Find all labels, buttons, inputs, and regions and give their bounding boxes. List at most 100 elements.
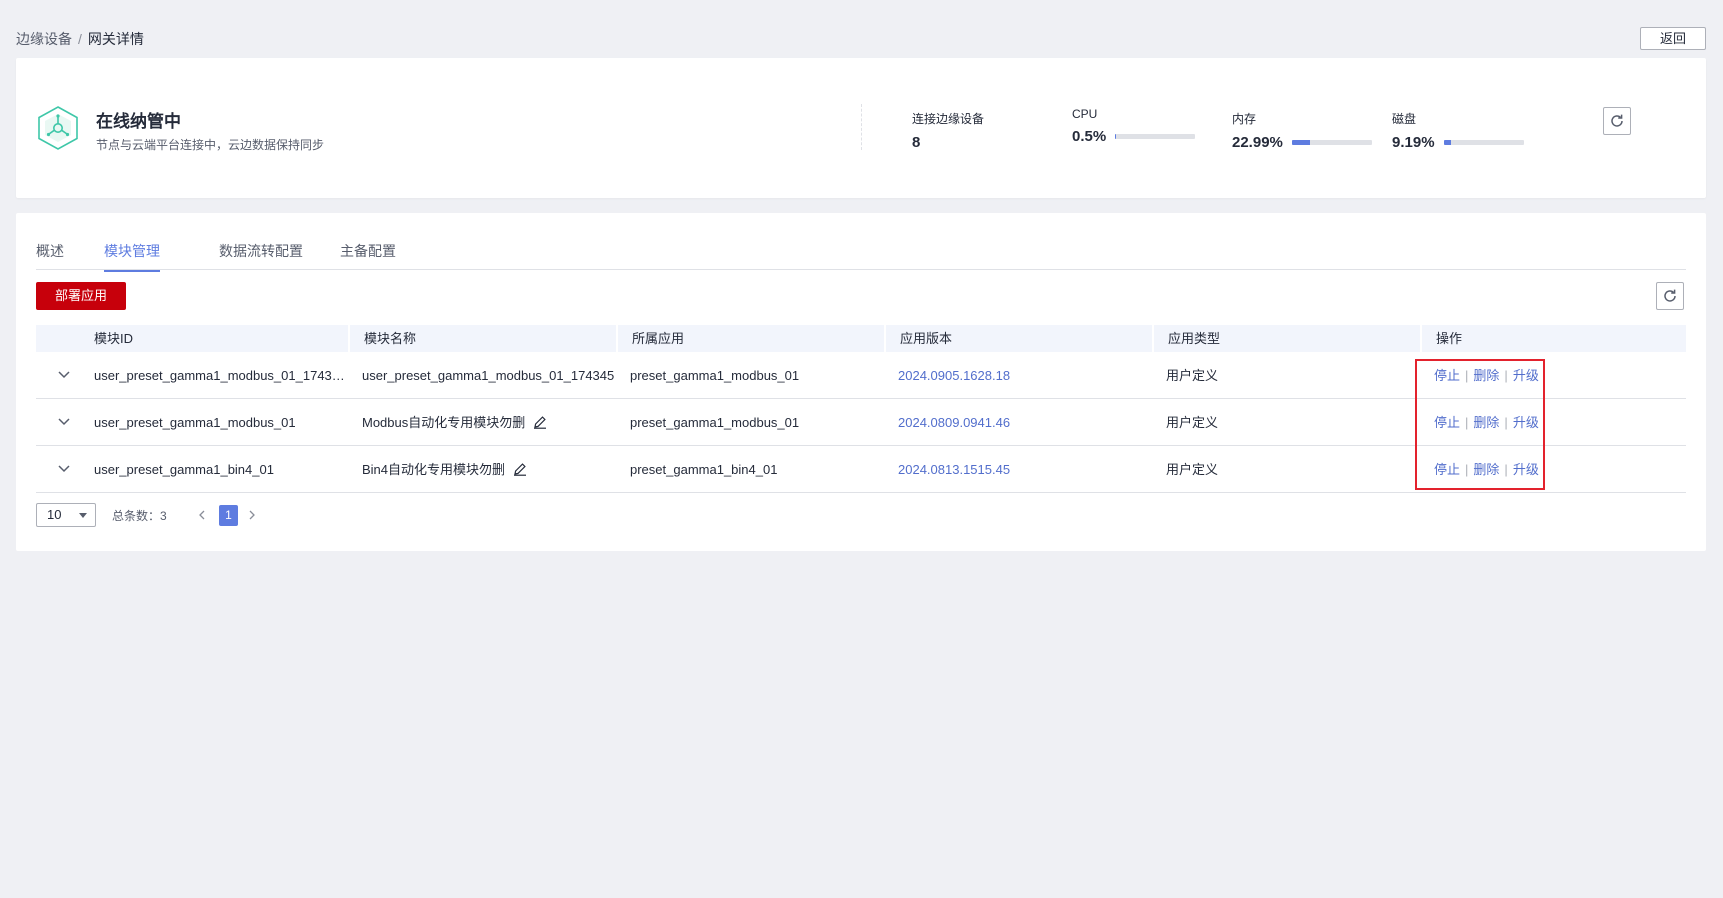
table-row: user_preset_gamma1_modbus_01 Modbus自动化专用… xyxy=(36,399,1686,446)
delete-link[interactable]: 删除 xyxy=(1473,462,1499,477)
tab-module-management[interactable]: 模块管理 xyxy=(104,241,160,272)
tab-primary-backup-config[interactable]: 主备配置 xyxy=(340,241,396,270)
top-bar: 边缘设备 / 网关详情 返回 xyxy=(16,27,1706,51)
cell-module-name: user_preset_gamma1_modbus_01_174345 xyxy=(348,352,616,399)
stop-link[interactable]: 停止 xyxy=(1434,368,1460,383)
chevron-down-icon[interactable] xyxy=(56,369,72,381)
upgrade-link[interactable]: 升级 xyxy=(1513,368,1539,383)
delete-link[interactable]: 删除 xyxy=(1473,368,1499,383)
module-name-text: Modbus自动化专用模块勿删 xyxy=(362,415,526,430)
gateway-detail-page: 边缘设备 / 网关详情 返回 在线纳管中 节点与云端平台连接中，云边数据保持同步 连… xyxy=(0,0,1723,898)
total-count: 总条数：3 xyxy=(112,509,167,523)
metric-label: 连接边缘设备 xyxy=(912,112,985,126)
cell-module-id: user_preset_gamma1_modbus_01 xyxy=(94,415,296,430)
metric-label: CPU xyxy=(1072,107,1098,121)
hexagon-node-icon xyxy=(38,106,78,150)
cell-app-type: 用户定义 xyxy=(1166,368,1219,383)
caret-down-icon xyxy=(79,513,87,518)
breadcrumb-parent[interactable]: 边缘设备 xyxy=(16,31,72,47)
action-separator: | xyxy=(1465,368,1469,383)
metric-memory: 内存 22.99% xyxy=(1232,110,1372,151)
status-title: 在线纳管中 xyxy=(96,112,181,131)
tab-bar: 概述 模块管理 数据流转配置 主备配置 xyxy=(36,213,1686,272)
status-card: 在线纳管中 节点与云端平台连接中，云边数据保持同步 连接边缘设备 8 CPU 0… xyxy=(16,58,1706,198)
table-row: user_preset_gamma1_modbus_01_174345... u… xyxy=(36,352,1686,399)
metric-cpu: CPU 0.5% xyxy=(1072,107,1196,145)
edit-pencil-icon[interactable] xyxy=(513,462,527,476)
chevron-down-icon[interactable] xyxy=(56,463,72,475)
cpu-usage-bar xyxy=(1115,134,1196,139)
cell-module-name: Bin4自动化专用模块勿删 xyxy=(348,446,616,493)
metric-label: 内存 xyxy=(1232,112,1257,126)
breadcrumb-current: 网关详情 xyxy=(87,31,144,47)
disk-usage-bar xyxy=(1443,140,1524,145)
disk-usage-fill xyxy=(1443,140,1451,145)
cell-app-type: 用户定义 xyxy=(1166,462,1219,477)
stop-link[interactable]: 停止 xyxy=(1434,415,1460,430)
page-number-current[interactable]: 1 xyxy=(219,505,238,526)
status-refresh-button[interactable] xyxy=(1603,107,1631,135)
column-header-module-name: 模块名称 xyxy=(348,325,616,352)
column-header-actions: 操作 xyxy=(1420,325,1686,352)
breadcrumb-separator: / xyxy=(78,31,82,47)
module-management-card: 概述 模块管理 数据流转配置 主备配置 部署应用 模块ID 模块名称 所属应用 … xyxy=(16,213,1706,551)
cell-version[interactable]: 2024.0809.0941.46 xyxy=(884,399,1152,446)
column-header-module-id: 模块ID xyxy=(94,331,134,346)
metric-value: 8 xyxy=(912,134,921,151)
upgrade-link[interactable]: 升级 xyxy=(1513,415,1539,430)
memory-usage-fill xyxy=(1291,140,1311,145)
cell-version[interactable]: 2024.0813.1515.45 xyxy=(884,446,1152,493)
breadcrumb: 边缘设备 / 网关详情 xyxy=(16,29,144,49)
cell-module-id: user_preset_gamma1_bin4_01 xyxy=(94,462,274,477)
table-row: user_preset_gamma1_bin4_01 Bin4自动化专用模块勿删… xyxy=(36,446,1686,493)
memory-usage-bar xyxy=(1291,140,1372,145)
table-refresh-button[interactable] xyxy=(1656,282,1684,310)
cell-app: preset_gamma1_modbus_01 xyxy=(630,368,800,383)
column-header-version: 应用版本 xyxy=(884,325,1152,352)
chevron-down-icon[interactable] xyxy=(56,416,72,428)
page-size-value: 10 xyxy=(47,507,62,522)
delete-link[interactable]: 删除 xyxy=(1473,415,1499,430)
cpu-usage-fill xyxy=(1115,134,1117,139)
action-separator: | xyxy=(1504,415,1508,430)
chevron-right-icon[interactable] xyxy=(246,507,258,523)
cell-module-id: user_preset_gamma1_modbus_01_174345... xyxy=(94,368,348,383)
tab-data-flow-config[interactable]: 数据流转配置 xyxy=(219,241,303,270)
metric-disk: 磁盘 9.19% xyxy=(1392,110,1524,151)
cell-module-name: Modbus自动化专用模块勿删 xyxy=(348,399,616,446)
pagination: 10 总条数：3 1 xyxy=(36,503,436,527)
metric-label: 磁盘 xyxy=(1392,112,1417,126)
cell-version[interactable]: 2024.0905.1628.18 xyxy=(884,352,1152,399)
action-separator: | xyxy=(1504,368,1508,383)
back-button[interactable]: 返回 xyxy=(1640,27,1706,50)
edit-pencil-icon[interactable] xyxy=(533,415,547,429)
column-header-app: 所属应用 xyxy=(616,325,884,352)
cell-app-type: 用户定义 xyxy=(1166,415,1219,430)
table-header: 模块ID 模块名称 所属应用 应用版本 应用类型 操作 xyxy=(36,325,1686,352)
chevron-left-icon[interactable] xyxy=(196,507,208,523)
cell-actions: 停止 | 删除 | 升级 xyxy=(1420,399,1686,446)
action-separator: | xyxy=(1504,462,1508,477)
page-size-select[interactable]: 10 xyxy=(36,503,96,527)
status-description: 节点与云端平台连接中，云边数据保持同步 xyxy=(96,138,325,152)
tab-overview[interactable]: 概述 xyxy=(36,241,64,270)
action-separator: | xyxy=(1465,415,1469,430)
deploy-app-button[interactable]: 部署应用 xyxy=(36,282,126,310)
metric-value: 0.5% xyxy=(1072,128,1107,145)
cell-actions: 停止 | 删除 | 升级 xyxy=(1420,446,1686,493)
status-divider xyxy=(861,104,862,150)
refresh-icon xyxy=(1611,114,1623,127)
cell-app: preset_gamma1_bin4_01 xyxy=(630,462,778,477)
metric-connected-devices: 连接边缘设备 8 xyxy=(912,110,984,151)
action-separator: | xyxy=(1465,462,1469,477)
column-header-app-type: 应用类型 xyxy=(1152,325,1420,352)
refresh-icon xyxy=(1664,289,1676,302)
module-table: 模块ID 模块名称 所属应用 应用版本 应用类型 操作 user_preset_… xyxy=(36,325,1686,493)
module-name-text: user_preset_gamma1_modbus_01_174345 xyxy=(362,368,615,383)
upgrade-link[interactable]: 升级 xyxy=(1513,462,1539,477)
metric-value: 9.19% xyxy=(1392,134,1435,151)
stop-link[interactable]: 停止 xyxy=(1434,462,1460,477)
cell-actions: 停止 | 删除 | 升级 xyxy=(1420,352,1686,399)
metric-value: 22.99% xyxy=(1232,134,1283,151)
module-name-text: Bin4自动化专用模块勿删 xyxy=(362,462,506,477)
